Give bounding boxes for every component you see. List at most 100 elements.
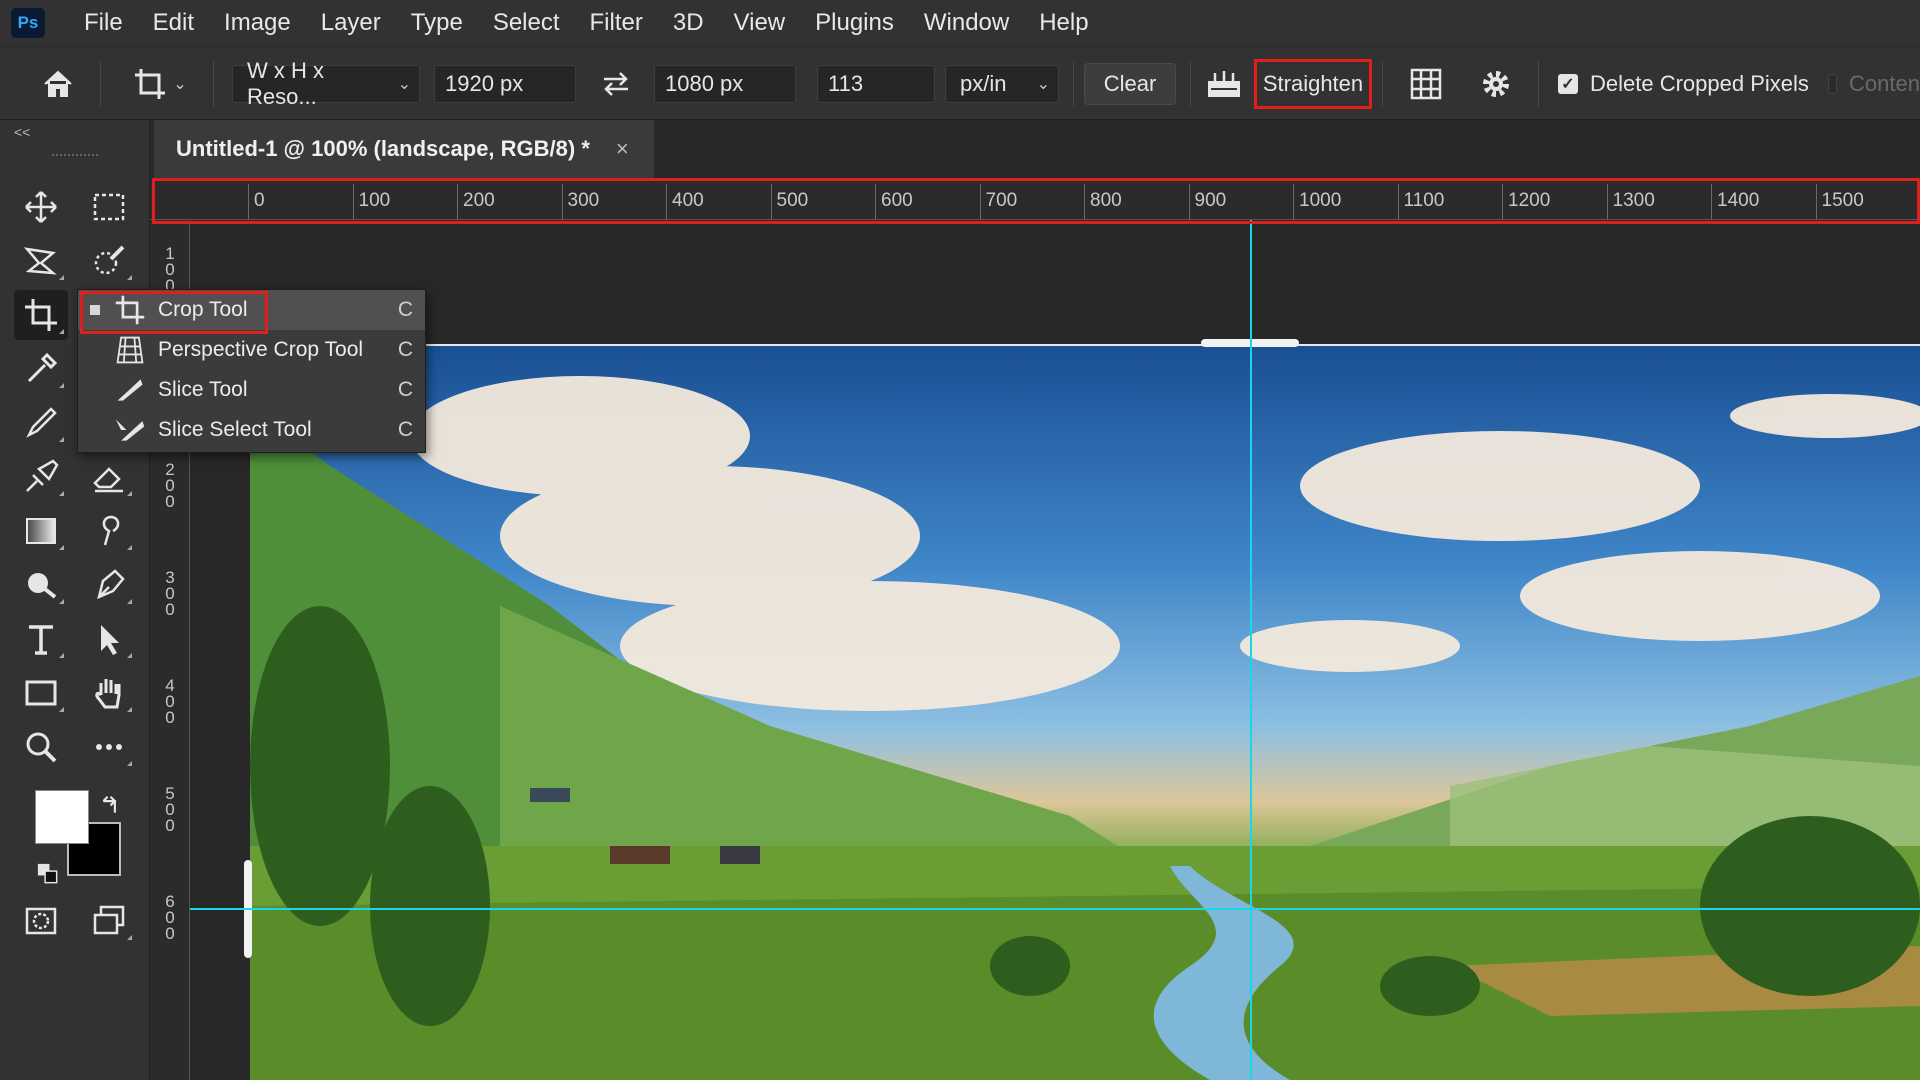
height-field[interactable]: 1080 px xyxy=(654,65,796,103)
horizontal-guide[interactable] xyxy=(190,908,1920,910)
swap-colors-icon[interactable] xyxy=(90,784,134,824)
gear-icon[interactable] xyxy=(1474,65,1518,103)
width-field[interactable]: 1920 px xyxy=(434,65,576,103)
menu-type[interactable]: Type xyxy=(396,0,478,46)
grid-overlay-icon[interactable] xyxy=(1404,65,1448,103)
marquee-tool-icon[interactable] xyxy=(82,182,136,232)
close-icon[interactable]: × xyxy=(616,136,629,162)
straighten-button[interactable]: Straighten xyxy=(1254,59,1372,109)
ruler-tick xyxy=(352,184,354,220)
quick-selection-tool-icon[interactable] xyxy=(82,236,136,286)
flyout-item-perspective-crop-tool[interactable]: Perspective Crop Tool C xyxy=(78,330,425,370)
vertical-ruler-label: 400 xyxy=(165,676,175,727)
menu-edit[interactable]: Edit xyxy=(138,0,209,46)
dodge-tool-icon[interactable] xyxy=(14,560,68,610)
hand-tool-icon[interactable] xyxy=(82,668,136,718)
perspective-crop-icon xyxy=(116,336,144,364)
horizontal-ruler[interactable]: 0 100 200 300 400 500 600 700 800 900 1000 1100 1200… xyxy=(150,178,1920,220)
ruler-tick-label: 700 xyxy=(985,190,1018,211)
landscape-image[interactable] xyxy=(250,346,1920,1080)
width-value: 1920 px xyxy=(445,71,524,96)
vertical-ruler-label: 200 xyxy=(165,460,175,511)
home-icon[interactable] xyxy=(36,65,80,103)
height-value: 1080 px xyxy=(665,71,744,96)
chevron-down-icon: ⌄ xyxy=(173,76,187,93)
delete-cropped-pixels-label: Delete Cropped Pixels xyxy=(1590,71,1809,96)
document-tab-title: Untitled-1 @ 100% (landscape, RGB/8) * xyxy=(176,136,590,161)
crop-boundary-top xyxy=(250,344,1920,346)
ruler-tick xyxy=(561,184,563,220)
vertical-ruler-label: 100 xyxy=(165,244,175,295)
ruler-tick xyxy=(1293,184,1294,220)
flyout-item-label: Slice Tool xyxy=(158,378,248,401)
ruler-tick xyxy=(1606,184,1608,220)
document-tab[interactable]: Untitled-1 @ 100% (landscape, RGB/8) * × xyxy=(154,120,654,178)
path-selection-tool-icon[interactable] xyxy=(82,614,136,664)
resolution-unit-dropdown[interactable]: px/in ⌄ xyxy=(945,65,1059,103)
flyout-item-shortcut: C xyxy=(397,378,413,401)
collapse-panel-icon[interactable]: << xyxy=(14,124,30,140)
eyedropper-tool-icon[interactable] xyxy=(14,344,68,394)
default-colors-icon[interactable] xyxy=(28,854,68,894)
menu-file[interactable]: File xyxy=(69,0,138,46)
foreground-color-swatch[interactable] xyxy=(35,790,89,844)
zoom-tool-icon[interactable] xyxy=(14,722,68,772)
content-aware-checkbox[interactable]: Conten xyxy=(1828,65,1920,103)
ruler-tick xyxy=(666,184,667,220)
pen-tool-icon[interactable] xyxy=(82,560,136,610)
menu-help[interactable]: Help xyxy=(1024,0,1103,46)
ruler-tick-label: 300 xyxy=(567,190,600,211)
gradient-tool-icon[interactable] xyxy=(14,506,68,556)
ruler-tick-label: 400 xyxy=(672,190,704,211)
menu-layer[interactable]: Layer xyxy=(306,0,396,46)
quick-mask-icon[interactable] xyxy=(14,896,68,946)
slice-select-icon xyxy=(115,419,145,441)
flyout-item-label: Crop Tool xyxy=(158,298,248,321)
ruler-tick xyxy=(1188,184,1190,220)
panel-grip[interactable] xyxy=(52,154,98,160)
flyout-item-crop-tool[interactable]: Crop Tool C xyxy=(78,290,425,330)
vertical-ruler-label: 300 xyxy=(165,568,175,619)
rectangle-tool-icon[interactable] xyxy=(14,668,68,718)
swap-icon[interactable] xyxy=(596,65,636,103)
crop-icon xyxy=(115,295,145,325)
menu-3d[interactable]: 3D xyxy=(658,0,719,46)
move-tool-icon[interactable] xyxy=(14,182,68,232)
clone-stamp-tool-icon[interactable] xyxy=(14,452,68,502)
screen-mode-icon[interactable] xyxy=(82,896,136,946)
eraser-tool-icon[interactable] xyxy=(82,452,136,502)
vertical-ruler-label: 600 xyxy=(165,892,175,943)
ruler-tick-label: 600 xyxy=(881,190,913,211)
menu-view[interactable]: View xyxy=(719,0,801,46)
crop-tool-preset-picker[interactable]: ⌄ xyxy=(122,65,198,103)
flyout-item-shortcut: C xyxy=(397,338,413,361)
menu-select[interactable]: Select xyxy=(478,0,575,46)
flyout-item-slice-select-tool[interactable]: Slice Select Tool C xyxy=(78,410,425,450)
crop-tool-icon[interactable] xyxy=(14,290,68,340)
menu-plugins[interactable]: Plugins xyxy=(800,0,909,46)
menu-window[interactable]: Window xyxy=(909,0,1024,46)
brush-tool-icon[interactable] xyxy=(14,398,68,448)
ruler-tick-label: 1300 xyxy=(1612,190,1655,211)
type-tool-icon[interactable] xyxy=(14,614,68,664)
menu-filter[interactable]: Filter xyxy=(575,0,658,46)
menu-image[interactable]: Image xyxy=(209,0,306,46)
crop-ratio-dropdown[interactable]: W x H x Reso... ⌄ xyxy=(232,58,420,109)
straighten-icon[interactable] xyxy=(1202,65,1246,103)
menu-bar: Ps File Edit Image Layer Type Select Fil… xyxy=(0,0,1920,46)
resolution-field[interactable]: 113 xyxy=(817,65,935,103)
vertical-guide[interactable] xyxy=(1250,220,1252,1080)
delete-cropped-pixels-checkbox[interactable]: ✓ Delete Cropped Pixels xyxy=(1558,65,1809,103)
content-aware-label: Conten xyxy=(1849,71,1920,96)
chevron-down-icon: ⌄ xyxy=(1036,76,1050,93)
more-tools-icon[interactable] xyxy=(82,722,136,772)
smudge-tool-icon[interactable] xyxy=(82,506,136,556)
flyout-item-slice-tool[interactable]: Slice Tool C xyxy=(78,370,425,410)
crop-icon xyxy=(135,69,166,99)
clear-button[interactable]: Clear xyxy=(1084,63,1176,105)
lasso-tool-icon[interactable] xyxy=(14,236,68,286)
crop-tool-flyout-menu: Crop Tool C Perspective Crop Tool C Slic… xyxy=(77,289,426,453)
ruler-tick-label: 1200 xyxy=(1508,190,1551,211)
ruler-tick xyxy=(457,184,458,220)
ruler-tick-label: 1500 xyxy=(1821,190,1864,211)
